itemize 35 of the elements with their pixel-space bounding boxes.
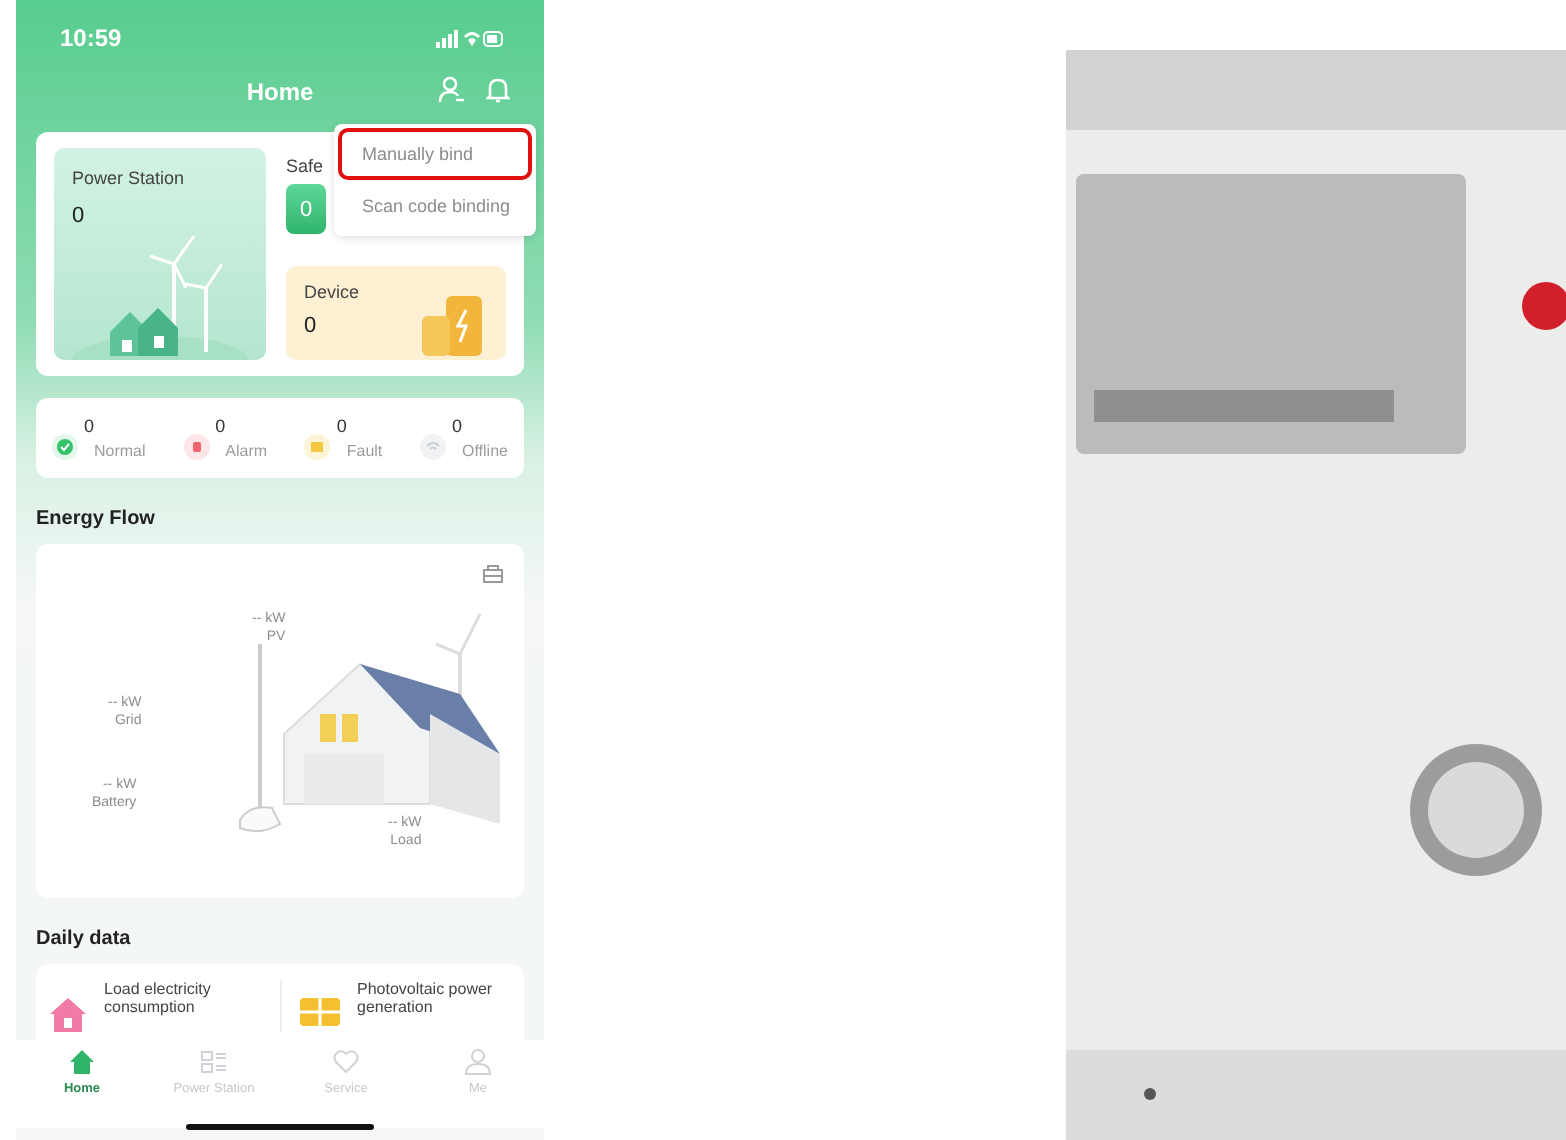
menu-item[interactable]: Scan code binding <box>338 180 532 232</box>
wifi-icon <box>420 433 446 459</box>
device-tile[interactable]: Device 0 <box>286 266 506 360</box>
status-count: 0 <box>336 416 349 436</box>
house-icon <box>48 996 88 1032</box>
check-icon <box>52 433 78 459</box>
status-time: 10:59 <box>60 24 122 52</box>
bell-icon[interactable] <box>486 76 510 104</box>
screen-title: Home <box>246 78 314 106</box>
status-label: Offline <box>460 442 508 460</box>
status-icons <box>436 29 504 47</box>
safe-value-chip: 0 <box>286 184 326 234</box>
person-icon <box>464 1048 492 1076</box>
home-icon <box>68 1048 96 1076</box>
daily-item-label: Photovoltaic power generation <box>357 980 495 1016</box>
section-title: Energy Flow <box>36 508 157 530</box>
section-title: Daily data <box>36 928 133 950</box>
power-station-tile[interactable]: Power Station 0 <box>54 148 266 360</box>
tile-label: Device <box>304 282 362 302</box>
tile-value: 0 <box>304 314 319 338</box>
daily-item-label: Load electricity consumption <box>104 980 213 1016</box>
status-label: Alarm <box>223 442 268 460</box>
solar-panel-icon <box>297 996 341 1032</box>
status-label: Fault <box>344 442 383 460</box>
status-count: 0 <box>452 416 465 436</box>
tile-label: Power Station <box>72 168 187 188</box>
list-icon <box>200 1048 228 1076</box>
status-label: Normal <box>92 442 146 460</box>
user-add-icon[interactable] <box>438 76 466 104</box>
heart-icon <box>332 1048 360 1076</box>
status-count: 0 <box>84 416 97 436</box>
status-count: 0 <box>215 416 228 436</box>
tile-label: Safe <box>286 156 326 176</box>
tile-value: 0 <box>72 204 87 228</box>
menu-item[interactable]: Manually bind <box>338 128 532 180</box>
